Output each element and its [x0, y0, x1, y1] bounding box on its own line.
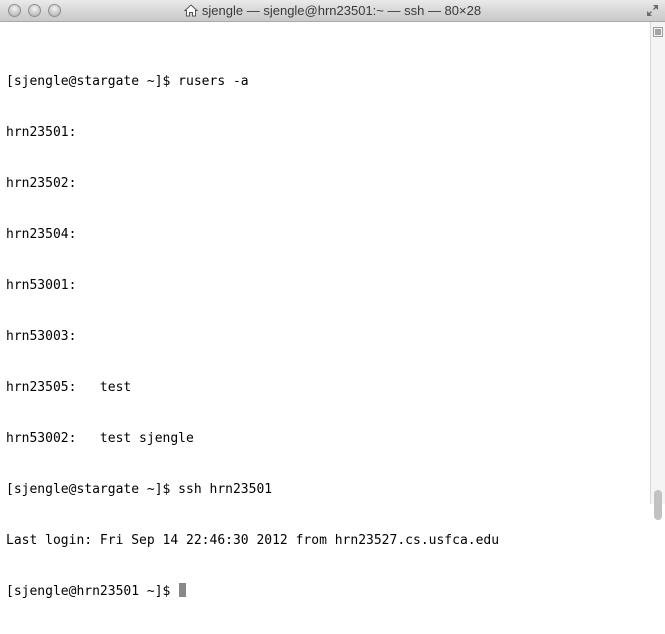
output-line: Last login: Fri Sep 14 22:46:30 2012 fro…: [6, 533, 500, 548]
scroll-thumb[interactable]: [654, 490, 662, 520]
window-title: sjengle — sjengle@hrn23501:~ — ssh — 80×…: [201, 3, 482, 18]
prompt-line[interactable]: [sjengle@hrn23501 ~]$: [6, 583, 646, 600]
shell-prompt: [sjengle@hrn23501 ~]$: [6, 584, 179, 599]
home-icon: [183, 4, 198, 17]
output-line: hrn23501:: [6, 125, 77, 140]
window-title-container: sjengle — sjengle@hrn23501:~ — ssh — 80×…: [0, 3, 665, 18]
terminal-window: sjengle — sjengle@hrn23501:~ — ssh — 80×…: [0, 0, 665, 599]
output-line: hrn53002: test sjengle: [6, 431, 194, 446]
terminal-output[interactable]: [sjengle@stargate ~]$ rusers -a hrn23501…: [6, 39, 646, 634]
vertical-scrollbar[interactable]: [650, 22, 665, 520]
output-line: [sjengle@stargate ~]$ ssh hrn23501: [6, 482, 273, 497]
output-line: hrn53003:: [6, 329, 77, 344]
title-bar[interactable]: sjengle — sjengle@hrn23501:~ — ssh — 80×…: [0, 0, 665, 22]
output-line: [sjengle@stargate ~]$ rusers -a: [6, 74, 249, 89]
output-line: hrn53001:: [6, 278, 77, 293]
output-line: hrn23504:: [6, 227, 77, 242]
fullscreen-icon[interactable]: [646, 4, 659, 17]
scroll-bars-icon[interactable]: [653, 27, 663, 37]
text-cursor: [179, 583, 187, 597]
output-line: hrn23502:: [6, 176, 77, 191]
output-line: hrn23505: test: [6, 380, 132, 395]
